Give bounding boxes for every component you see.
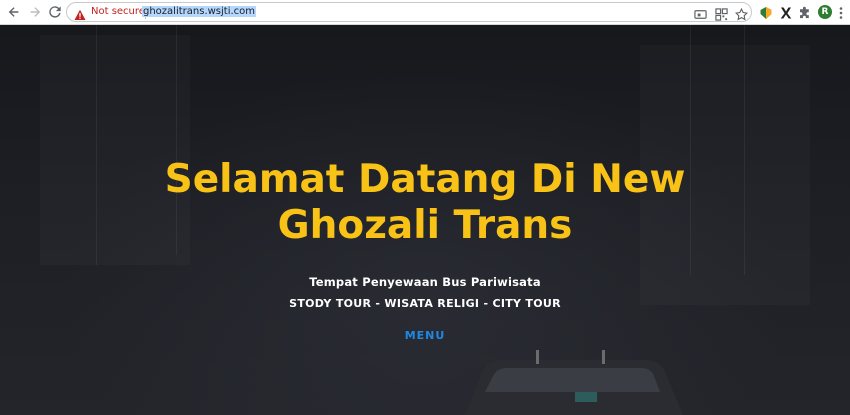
- puzzle-icon[interactable]: [798, 5, 812, 19]
- forward-icon[interactable]: [27, 4, 43, 20]
- menu-link[interactable]: MENU: [405, 329, 446, 342]
- bus-image: [465, 350, 683, 415]
- menu-link-wrapper: MENU: [0, 329, 850, 342]
- hero-title-line-1: Selamat Datang Di New: [164, 157, 686, 202]
- extension-shield-icon[interactable]: [759, 5, 773, 19]
- avatar[interactable]: R: [818, 5, 832, 19]
- star-icon[interactable]: [734, 6, 749, 21]
- security-status[interactable]: Not secure: [91, 6, 145, 17]
- hero-tours: STODY TOUR - WISATA RELIGI - CITY TOUR: [289, 297, 561, 310]
- cast-icon[interactable]: [694, 6, 707, 19]
- hero-section: Selamat Datang Di New Ghozali Trans Temp…: [0, 25, 850, 415]
- warning-icon[interactable]: [74, 6, 86, 20]
- reload-icon[interactable]: [47, 4, 63, 20]
- address-bar[interactable]: Not secure ghozalitrans.wsjti.com: [66, 2, 752, 22]
- back-icon[interactable]: [6, 4, 22, 20]
- hero-title: Selamat Datang Di New Ghozali Trans: [0, 157, 850, 249]
- more-vert-icon[interactable]: [838, 5, 844, 19]
- hero-title-line-2: Ghozali Trans: [277, 203, 573, 248]
- x-extension-icon[interactable]: [779, 5, 793, 19]
- qr-code-icon[interactable]: [715, 6, 728, 21]
- browser-toolbar: Not secure ghozalitrans.wsjti.com R: [0, 0, 850, 25]
- hero-subtitle: Tempat Penyewaan Bus Pariwisata: [309, 275, 541, 289]
- url-text[interactable]: ghozalitrans.wsjti.com: [142, 6, 257, 17]
